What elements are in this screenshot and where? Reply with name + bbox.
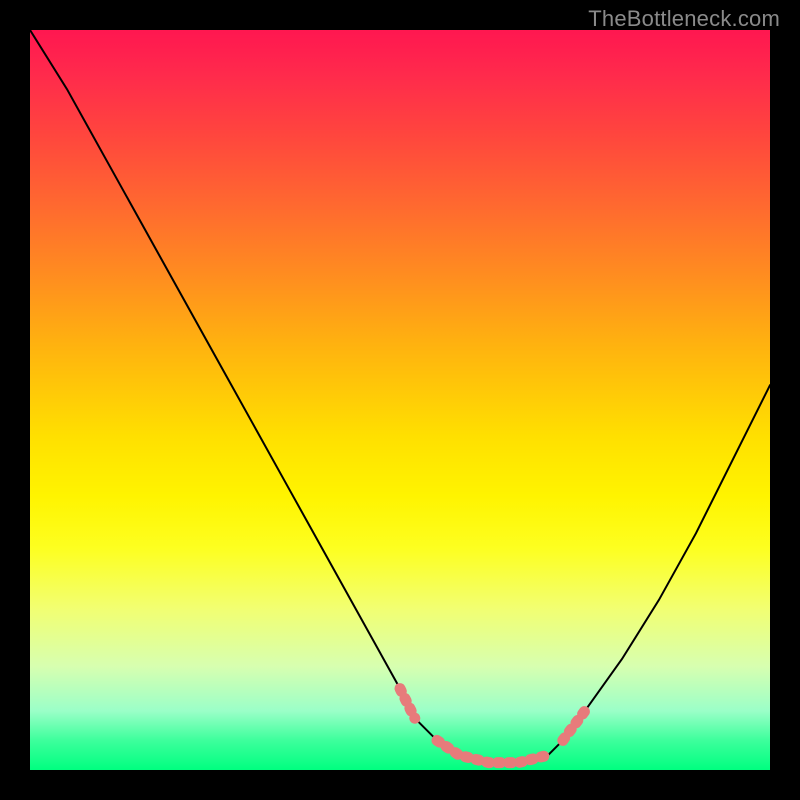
chart-frame: TheBottleneck.com bbox=[0, 0, 800, 800]
watermark-text: TheBottleneck.com bbox=[588, 6, 780, 32]
bottleneck-curve bbox=[30, 30, 770, 763]
chart-svg bbox=[30, 30, 770, 770]
highlight-segment-left bbox=[400, 689, 415, 719]
highlight-segment-bottom bbox=[437, 740, 548, 762]
highlight-segment-right bbox=[563, 711, 585, 741]
